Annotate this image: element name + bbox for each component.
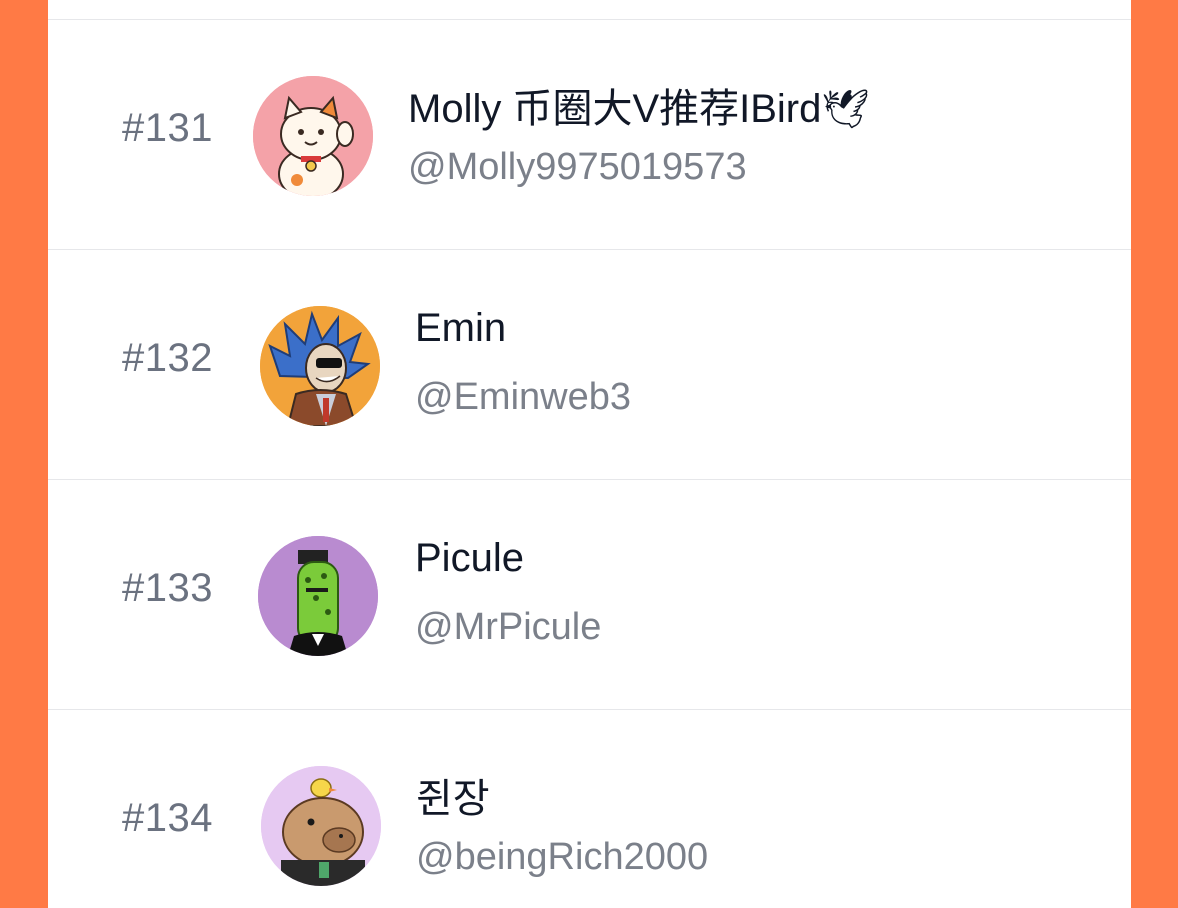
blue-hair-character-avatar[interactable] — [260, 306, 380, 426]
display-name: 쥔장 — [416, 777, 490, 821]
leaderboard-panel: #131 Molly 币圈大V推荐IBird🕊 @Molly9975019573… — [48, 0, 1131, 908]
pickle-avatar[interactable] — [258, 536, 378, 656]
lucky-cat-avatar[interactable] — [253, 76, 373, 196]
previous-row-edge — [48, 0, 1131, 20]
rank-label: #132 — [122, 336, 213, 380]
display-name: Molly 币圈大V推荐IBird🕊 — [408, 87, 870, 131]
display-name: Emin — [415, 306, 507, 350]
rank-label: #133 — [122, 566, 213, 610]
display-name: Picule — [415, 536, 524, 580]
leaderboard-row[interactable]: #133 Picule @MrPicule — [48, 480, 1131, 710]
dove-icon: 🕊 — [821, 89, 870, 131]
leaderboard-row[interactable]: #134 쥔장 @beingRich2000 — [48, 710, 1131, 908]
user-handle: @Eminweb3 — [415, 376, 631, 418]
user-handle: @beingRich2000 — [416, 836, 709, 878]
rank-label: #134 — [122, 796, 213, 840]
leaderboard-row[interactable]: #131 Molly 币圈大V推荐IBird🕊 @Molly9975019573 — [48, 20, 1131, 250]
user-handle: @MrPicule — [415, 606, 602, 648]
capybara-avatar[interactable] — [261, 766, 381, 886]
user-handle: @Molly9975019573 — [408, 146, 747, 188]
rank-label: #131 — [122, 106, 213, 150]
leaderboard-row[interactable]: #132 Emin @Eminweb3 — [48, 250, 1131, 480]
